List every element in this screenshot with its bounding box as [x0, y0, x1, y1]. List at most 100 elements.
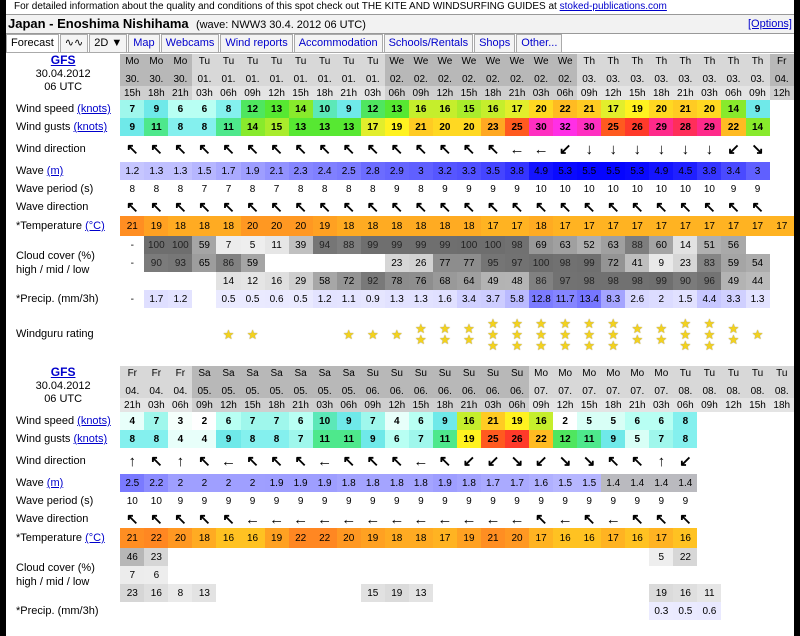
wave-direction-row-cell: ↖	[558, 199, 572, 216]
wave-row-cell: 1.7	[216, 162, 241, 180]
tab-forecast[interactable]: Forecast	[6, 34, 59, 52]
hour-cell: 15h	[745, 398, 770, 412]
menu-bar: Forecast ∿∿ 2D ▼ Map Webcams Wind report…	[6, 34, 794, 53]
tab-accommodation[interactable]: Accommodation	[293, 34, 383, 52]
row-label: Wave period (s)	[6, 180, 120, 198]
wind-speed-row-cell: 8	[216, 100, 241, 118]
tab-shops[interactable]: Shops	[474, 34, 516, 52]
temperature-row-cell: 17	[745, 216, 770, 236]
tab-other[interactable]: Other...	[516, 34, 563, 52]
wave-period-row-cell: 9	[562, 495, 568, 507]
cloud-high-cell: 56	[721, 236, 746, 254]
wave-direction-row-cell: ↖	[534, 199, 548, 216]
wave-direction-row-cell: ↖	[366, 199, 380, 216]
rating-stars: ★ ★ ★	[577, 317, 601, 352]
cloud-mid-cell	[433, 566, 457, 584]
temperature-row-cell: 20	[505, 528, 530, 548]
wave-period-row-cell: 10	[150, 495, 162, 507]
date-cell: 04.	[144, 384, 169, 398]
wind-gusts-row: Wind gusts (knots) 9 11 8 8 11 14 15 13 13 13 17 19 2…	[6, 118, 794, 136]
wave-period-row-cell: 8	[369, 183, 376, 195]
cloud-mid-cell: 9	[649, 254, 674, 272]
model-link[interactable]: GFS	[51, 366, 76, 379]
tab-wind-reports[interactable]: Wind reports	[220, 34, 293, 52]
day-cell: Fr	[144, 366, 169, 384]
unit-link[interactable]: (knots)	[77, 415, 111, 427]
precip-row-cell	[168, 602, 192, 620]
wind-direction-row-cell: ↖	[366, 141, 380, 158]
cloud-mid-cell: 7	[120, 566, 145, 584]
tab-schools-rentals[interactable]: Schools/Rentals	[383, 34, 474, 52]
date-cell: 03.	[745, 72, 770, 86]
stoked-link[interactable]: stoked-publications.com	[560, 1, 667, 12]
unit-link[interactable]: (°C)	[85, 532, 105, 544]
wave-period-row-cell: 10	[703, 183, 715, 195]
wind-direction-row: Wind direction ↑ ↖ ↑ ↖ ← ↖ ↖ ↖ ← ↖ ↖ ↖ ← ↖ ↙ ↙ ↘ ↙ ↘ ↘ ↖ ↖ ↑ ↙	[6, 448, 794, 474]
cloud-low-cell	[265, 584, 289, 602]
model-link[interactable]: GFS	[51, 54, 76, 67]
wind-speed-row-cell: 6	[168, 100, 193, 118]
unit-link[interactable]: (m)	[47, 477, 64, 489]
date-cell: 02.	[456, 72, 481, 86]
unit-link[interactable]: (knots)	[73, 433, 107, 445]
wind-direction-row-cell: ↖	[222, 141, 235, 158]
tab-map[interactable]: Map	[128, 34, 160, 52]
date-cell: 01.	[216, 72, 241, 86]
cloud-mid-cell	[577, 566, 601, 584]
wave-direction-row-cell	[770, 510, 794, 528]
date-cell: 06.	[432, 384, 457, 398]
graph-icon[interactable]: ∿∿	[59, 34, 89, 52]
temperature-row: *Temperature (°C) 21 19 18 18 18 20 20 20 19 18 18 1…	[6, 216, 794, 236]
unit-link[interactable]: (knots)	[73, 121, 107, 133]
day-cell: Th	[649, 54, 674, 72]
wave-period-row-cell: 10	[607, 183, 619, 195]
row-label: Wind speed (knots)	[6, 412, 120, 430]
row-label: Wind direction	[6, 448, 120, 474]
unit-link[interactable]: (°C)	[85, 220, 105, 232]
rating-cell: ★ ★ ★	[553, 308, 577, 360]
wind-speed-row-cell: 5	[601, 412, 626, 430]
wave-row-cell: 1.8	[360, 474, 385, 492]
wave-direction-row-cell: ↖	[150, 511, 163, 528]
rating-stars: ★ ★	[649, 322, 673, 346]
hour-cell: 18h	[144, 86, 169, 100]
wind-speed-row: Wind speed (knots) 4 7 3 2 6 7 7 6 10 9 7 4 6 9 16 21 19 1…	[6, 412, 794, 430]
tab-2d-dropdown[interactable]: 2D ▼	[89, 34, 128, 52]
unit-link[interactable]: (m)	[47, 165, 64, 177]
cloud-mid-cell	[746, 566, 770, 584]
cloud-mid-cell	[241, 566, 265, 584]
date-cell: 02.	[529, 72, 554, 86]
cloud-low-cell: 12	[240, 272, 265, 290]
rating-cell: ★ ★	[721, 308, 745, 360]
wave-period-row-cell: 9	[490, 183, 496, 195]
date-cell: 03.	[625, 72, 650, 86]
wind-gusts-row-cell: 22	[529, 430, 554, 448]
wind-direction-row-cell: ↖	[270, 141, 283, 158]
cloud-mid-cell: 93	[168, 254, 193, 272]
cloud-mid-cell	[337, 566, 361, 584]
wave-row-cell: 1.3	[144, 162, 169, 180]
rating-cell: ★	[216, 308, 240, 360]
wind-speed-row-cell: 9	[336, 412, 361, 430]
date-cell: 03.	[601, 72, 626, 86]
wind-direction-row-cell: ↘	[558, 453, 572, 470]
unit-link[interactable]: (knots)	[77, 103, 111, 115]
options-link[interactable]: [Options]	[748, 15, 792, 33]
wave-period-row-cell: 9	[610, 495, 617, 507]
star-icon: ★	[246, 326, 259, 342]
star-icon: ★	[679, 337, 692, 353]
wind-gusts-row-cell: 17	[360, 118, 385, 136]
wave-period-row-cell: 9	[490, 495, 496, 507]
date-cell: 01.	[312, 72, 337, 86]
wave-direction-row-cell: ↖	[318, 199, 331, 216]
wave-row-cell: 1.5	[577, 474, 602, 492]
tab-webcams[interactable]: Webcams	[160, 34, 220, 52]
wave-period-row-cell: 7	[273, 183, 280, 195]
wave-row-cell: 2	[192, 474, 217, 492]
wind-direction-row-cell	[721, 448, 745, 474]
date-cell: 02.	[384, 72, 409, 86]
hour-cell: 18h	[312, 86, 337, 100]
hour-cell: 09h	[745, 86, 770, 100]
cloud-high-cell: 88	[625, 236, 650, 254]
precip-row-cell: 1.5	[673, 290, 698, 308]
